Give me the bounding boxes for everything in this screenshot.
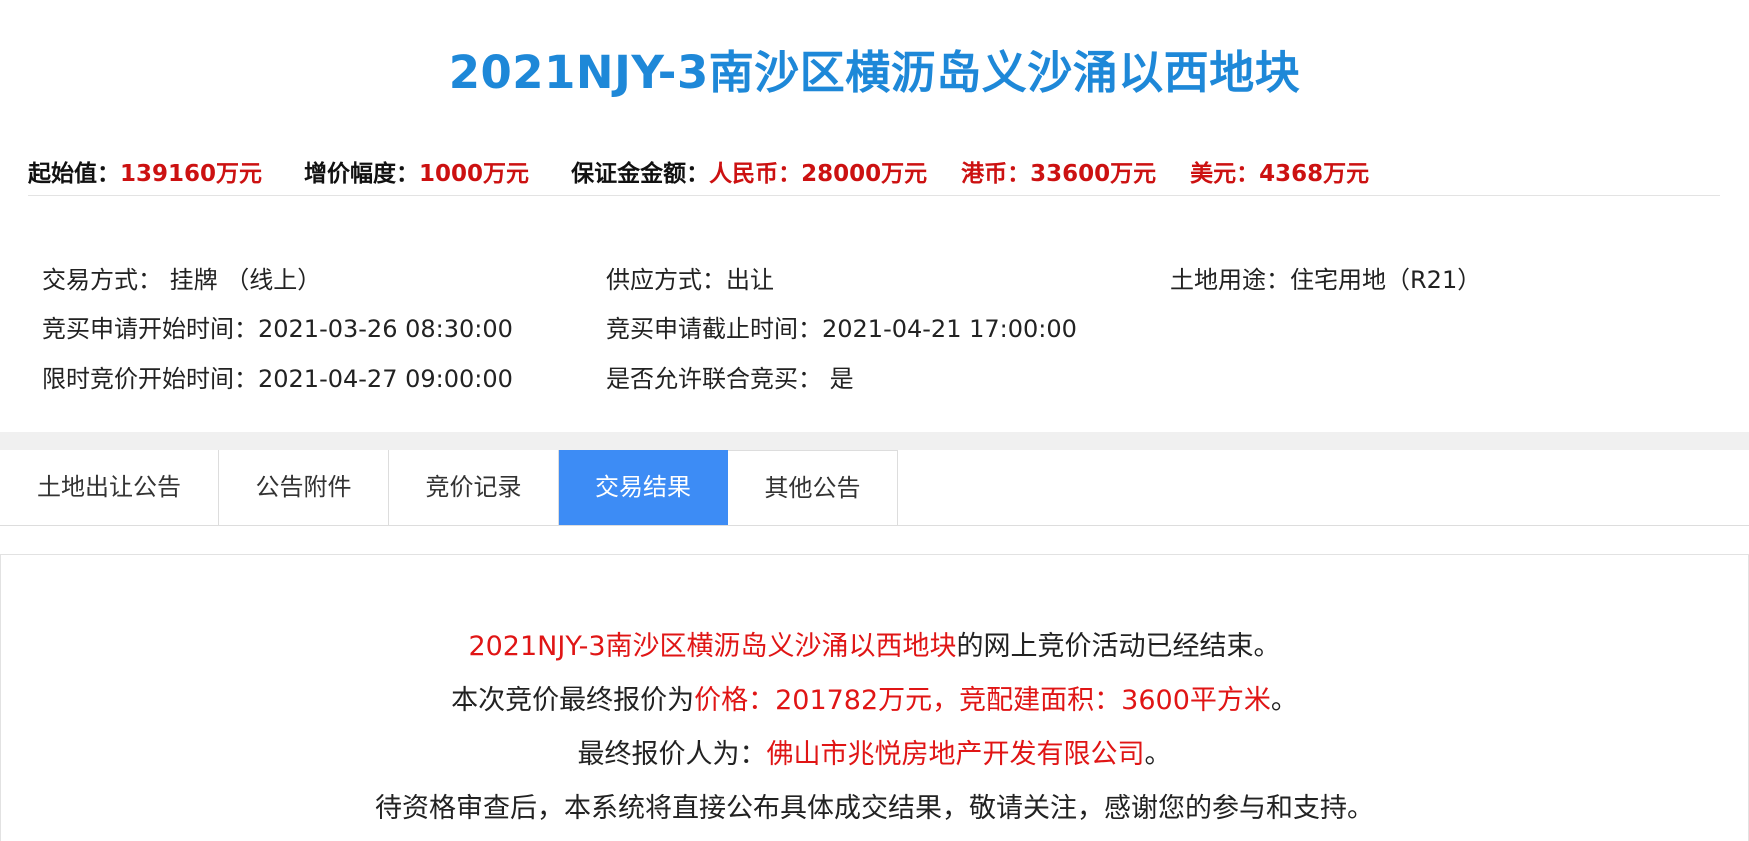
tab-bid-records[interactable]: 竞价记录: [389, 450, 559, 525]
result-line-1: 2021NJY-3南沙区横沥岛义沙涌以西地块的网上竞价活动已经结束。: [0, 624, 1749, 663]
trade-method: 交易方式： 挂牌 （线上）: [42, 266, 322, 294]
tab-land-transfer-notice[interactable]: 土地出让公告: [0, 450, 219, 525]
increment-value: 1000万元: [419, 161, 530, 187]
land-use: 土地用途：住宅用地（R21）: [1170, 266, 1482, 294]
apply-end-time: 竞买申请截止时间：2021-04-21 17:00:00: [606, 315, 1077, 343]
start-value-label: 起始值：: [28, 161, 120, 187]
hkd-label: 港币：: [961, 161, 1031, 187]
tab-bar: 土地出让公告 公告附件 竞价记录 交易结果 其他公告: [0, 450, 1749, 526]
supply-method: 供应方式：出让: [606, 266, 774, 294]
price-summary-bar: 起始值：139160万元 增价幅度：1000万元 保证金金额：人民币：28000…: [28, 154, 1403, 188]
result-line-3-prefix: 最终报价人为：: [577, 739, 767, 770]
result-line-2-suffix: 。: [1270, 685, 1298, 716]
result-winner: 佛山市兆悦房地产开发有限公司: [766, 739, 1145, 770]
rmb-value: 28000万元: [801, 161, 928, 187]
apply-start-time: 竞买申请开始时间：2021-03-26 08:30:00: [42, 315, 513, 343]
divider: [28, 195, 1720, 196]
bid-start-time: 限时竞价开始时间：2021-04-27 09:00:00: [42, 365, 513, 393]
joint-bid-allowed: 是否允许联合竞买： 是: [606, 365, 854, 393]
tab-transaction-result[interactable]: 交易结果: [559, 450, 728, 525]
result-final-price: 价格：201782万元，竞配建面积：3600平方米: [694, 685, 1271, 716]
result-parcel-name: 2021NJY-3南沙区横沥岛义沙涌以西地块: [468, 631, 957, 662]
tab-notice-attachments[interactable]: 公告附件: [219, 450, 389, 525]
start-value: 139160万元: [120, 161, 263, 187]
deposit-label: 保证金金额：: [571, 161, 710, 187]
result-line-1-suffix: 的网上竞价活动已经结束。: [956, 631, 1281, 662]
result-line-4: 待资格审查后，本系统将直接公布具体成交结果，敬请关注，感谢您的参与和支持。: [375, 793, 1374, 824]
result-line-3: 最终报价人为：佛山市兆悦房地产开发有限公司。: [0, 732, 1749, 771]
result-line-2-prefix: 本次竞价最终报价为: [451, 685, 695, 716]
tab-other-notices[interactable]: 其他公告: [728, 450, 898, 525]
result-line-3-suffix: 。: [1144, 739, 1172, 770]
usd-label: 美元：: [1190, 161, 1260, 187]
rmb-label: 人民币：: [709, 161, 802, 187]
page-title: 2021NJY-3南沙区横沥岛义沙涌以西地块: [448, 46, 1301, 99]
usd-value: 4368万元: [1259, 161, 1370, 187]
hkd-value: 33600万元: [1030, 161, 1157, 187]
result-line-2: 本次竞价最终报价为价格：201782万元，竞配建面积：3600平方米。: [0, 678, 1749, 717]
increment-label: 增价幅度：: [304, 161, 420, 187]
section-separator: [0, 432, 1749, 450]
